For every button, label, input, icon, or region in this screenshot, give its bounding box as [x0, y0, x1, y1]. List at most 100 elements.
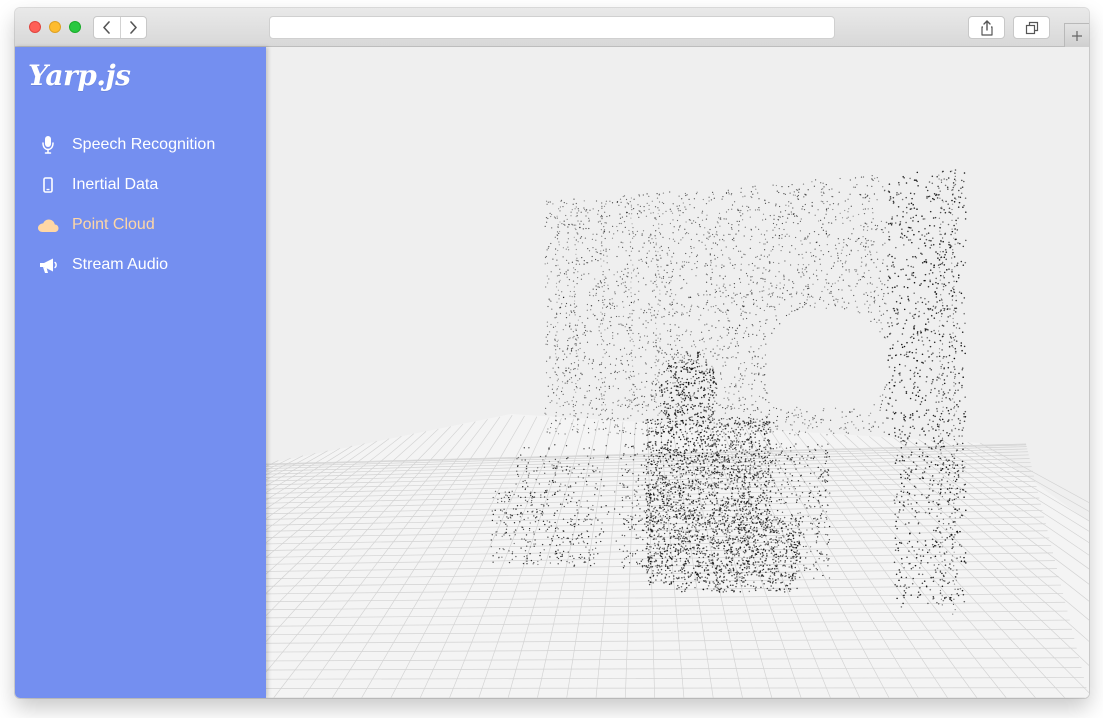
point-cloud-point — [608, 215, 611, 217]
point-cloud-point — [881, 288, 883, 291]
sidebar-item-stream-audio[interactable]: Stream Audio — [15, 245, 266, 285]
point-cloud-point — [849, 285, 851, 287]
point-cloud-point — [810, 295, 813, 297]
point-cloud-point — [940, 507, 942, 510]
point-cloud-point — [579, 223, 581, 225]
point-cloud-point — [807, 235, 809, 237]
point-cloud-point — [903, 585, 905, 588]
point-cloud-point — [917, 591, 920, 593]
point-cloud-point — [617, 246, 620, 248]
point-cloud-point — [930, 369, 933, 371]
point-cloud-point — [769, 529, 771, 531]
point-cloud-point — [615, 540, 617, 542]
point-cloud-point — [609, 307, 612, 309]
point-cloud-point — [871, 221, 873, 223]
point-cloud-point — [950, 599, 953, 602]
point-cloud-point — [583, 259, 585, 262]
point-cloud-point — [745, 317, 748, 320]
point-cloud-point — [772, 459, 774, 462]
point-cloud-scene[interactable] — [266, 47, 1089, 698]
point-cloud-point — [725, 551, 728, 553]
point-cloud-point — [682, 313, 684, 315]
brand-logo[interactable]: Yarp.js — [28, 59, 131, 93]
point-cloud-point — [866, 240, 868, 242]
point-cloud-point — [711, 247, 713, 250]
point-cloud-point — [959, 556, 962, 558]
point-cloud-point — [814, 415, 816, 417]
point-cloud-point — [699, 472, 701, 474]
point-cloud-point — [802, 533, 805, 535]
point-cloud-point — [633, 394, 635, 396]
new-tab-button[interactable] — [1064, 23, 1089, 47]
point-cloud-point — [841, 416, 843, 418]
forward-button[interactable] — [119, 17, 147, 38]
point-cloud-viewer[interactable] — [266, 47, 1089, 698]
point-cloud-point — [577, 512, 579, 514]
point-cloud-point — [723, 218, 725, 220]
point-cloud-point — [588, 273, 590, 275]
point-cloud-point — [629, 528, 631, 531]
point-cloud-point — [689, 203, 691, 206]
minimize-window-button[interactable] — [49, 21, 61, 33]
maximize-window-button[interactable] — [69, 21, 81, 33]
point-cloud-point — [744, 370, 746, 372]
point-cloud-point — [740, 209, 742, 212]
point-cloud-point — [709, 389, 711, 391]
point-cloud-point — [896, 527, 898, 530]
point-cloud-point — [925, 233, 928, 235]
point-cloud-point — [943, 283, 945, 285]
share-button[interactable] — [968, 16, 1005, 39]
point-cloud-point — [605, 248, 607, 250]
point-cloud-point — [944, 539, 947, 541]
close-window-button[interactable] — [29, 21, 41, 33]
point-cloud-point — [916, 410, 918, 412]
point-cloud-point — [810, 490, 812, 492]
point-cloud-point — [814, 260, 816, 263]
back-button[interactable] — [94, 17, 120, 38]
point-cloud-point — [903, 566, 905, 569]
point-cloud-point — [636, 397, 638, 399]
point-cloud-point — [692, 535, 694, 537]
tabs-button[interactable] — [1013, 16, 1050, 39]
sidebar-item-point-cloud[interactable]: Point Cloud — [15, 205, 266, 245]
point-cloud-point — [834, 407, 837, 409]
point-cloud-point — [923, 235, 926, 237]
point-cloud-point — [889, 222, 892, 225]
point-cloud-point — [754, 185, 756, 187]
address-bar[interactable] — [269, 16, 835, 39]
point-cloud-point — [908, 299, 910, 302]
point-cloud-point — [595, 288, 598, 291]
point-cloud-point — [913, 387, 915, 389]
point-cloud-point — [740, 404, 742, 406]
point-cloud-point — [586, 530, 589, 533]
point-cloud-point — [621, 468, 623, 470]
point-cloud-point — [942, 250, 944, 253]
sidebar-item-inertial-data[interactable]: Inertial Data — [15, 165, 266, 205]
point-cloud-point — [515, 555, 517, 558]
point-cloud-point — [837, 252, 839, 254]
point-cloud-point — [603, 381, 606, 383]
point-cloud-point — [563, 372, 565, 375]
point-cloud-point — [584, 560, 586, 563]
point-cloud-point — [845, 427, 847, 429]
point-cloud-point — [646, 252, 648, 254]
point-cloud-point — [679, 451, 681, 453]
point-cloud-point — [812, 417, 814, 419]
point-cloud-point — [921, 573, 924, 576]
point-cloud-point — [800, 218, 802, 220]
point-cloud-point — [888, 199, 891, 201]
point-cloud-point — [628, 562, 631, 564]
floor-grid[interactable] — [266, 414, 1089, 698]
point-cloud-point — [880, 403, 883, 405]
point-cloud-point — [924, 511, 927, 514]
point-cloud-point — [862, 245, 865, 247]
point-cloud-point — [734, 462, 736, 465]
point-cloud-point — [626, 550, 628, 552]
point-cloud-point — [919, 375, 921, 378]
point-cloud-point — [935, 296, 938, 298]
point-cloud-point — [909, 414, 912, 416]
sidebar-item-speech-recognition[interactable]: Speech Recognition — [15, 125, 266, 165]
point-cloud-point — [612, 331, 614, 334]
point-cloud-point — [943, 580, 946, 582]
point-cloud-point — [921, 493, 923, 496]
